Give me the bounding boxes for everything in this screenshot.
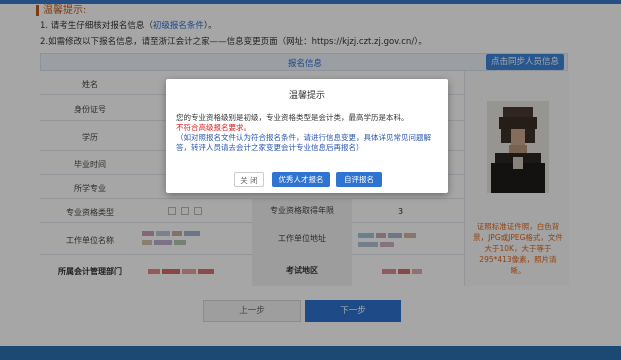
- modal-title: 温馨提示: [288, 91, 325, 101]
- self-evaluation-register-button[interactable]: 自评报名: [336, 172, 382, 187]
- modal-error-text: 不符合高级报名要求。: [176, 123, 251, 132]
- modal-close-button[interactable]: 关 闭: [234, 172, 264, 187]
- excellent-talent-register-button[interactable]: 优秀人才报名: [272, 172, 330, 187]
- notice-modal: 温馨提示 您的专业资格级别是初级，专业资格类型是会计类，最高学历是本科。 不符合…: [166, 79, 448, 193]
- modal-qualification-text: 您的专业资格级别是初级，专业资格类型是会计类，最高学历是本科。: [176, 113, 409, 122]
- modal-help-text: （如对照报名文件认为符合报名条件，请进行信息变更，具体详见常见问题解答，转评人员…: [176, 133, 431, 152]
